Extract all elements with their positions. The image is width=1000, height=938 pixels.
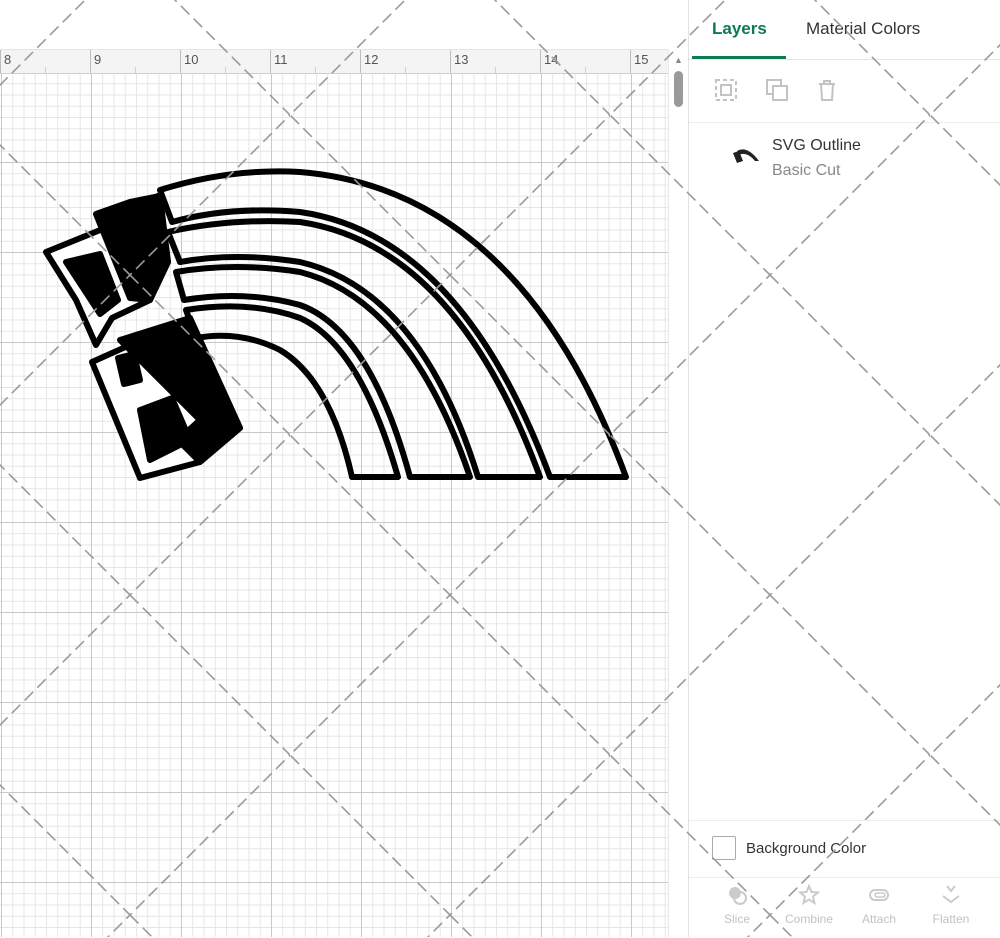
rainbow-artwork[interactable] bbox=[0, 0, 688, 937]
layer-toolbar bbox=[689, 60, 1000, 123]
scroll-up-icon[interactable]: ▲ bbox=[674, 55, 683, 65]
slice-button[interactable]: Slice bbox=[711, 884, 763, 926]
background-color-label: Background Color bbox=[746, 840, 867, 857]
attach-label: Attach bbox=[861, 912, 897, 926]
combine-label: Combine bbox=[784, 912, 834, 926]
flatten-button[interactable]: Flatten bbox=[925, 884, 977, 926]
flatten-label: Flatten bbox=[932, 912, 970, 926]
delete-icon[interactable] bbox=[814, 77, 840, 103]
active-tab-indicator bbox=[692, 56, 786, 59]
combine-icon bbox=[798, 884, 820, 906]
bottom-toolbar: Slice Combine Attach Flatten bbox=[689, 877, 1000, 938]
layer-type: Basic Cut bbox=[772, 162, 841, 179]
layer-item[interactable]: SVG Outline Basic Cut bbox=[689, 125, 1000, 189]
flatten-icon bbox=[942, 885, 960, 904]
layers-panel: Layers Material Colors SVG Outline Basic… bbox=[688, 0, 1000, 937]
group-icon[interactable] bbox=[713, 77, 739, 103]
attach-icon bbox=[869, 889, 889, 901]
background-color-row: Background Color bbox=[689, 820, 1000, 877]
duplicate-icon[interactable] bbox=[764, 77, 790, 103]
design-canvas[interactable]: 8 9 10 11 12 13 14 15 ▲ bbox=[0, 0, 688, 937]
attach-button[interactable]: Attach bbox=[853, 884, 905, 926]
slice-icon bbox=[729, 887, 747, 905]
tab-layers[interactable]: Layers bbox=[712, 19, 767, 39]
panel-tabs: Layers Material Colors bbox=[689, 0, 1000, 60]
layer-name: SVG Outline bbox=[772, 137, 861, 154]
slice-label: Slice bbox=[723, 912, 750, 926]
layer-thumbnail-icon bbox=[733, 149, 759, 163]
background-color-checkbox[interactable] bbox=[712, 836, 736, 860]
combine-button[interactable]: Combine bbox=[783, 884, 835, 926]
tab-material-colors[interactable]: Material Colors bbox=[806, 19, 920, 39]
scroll-thumb[interactable] bbox=[674, 71, 683, 107]
vertical-scrollbar[interactable]: ▲ bbox=[668, 49, 688, 937]
